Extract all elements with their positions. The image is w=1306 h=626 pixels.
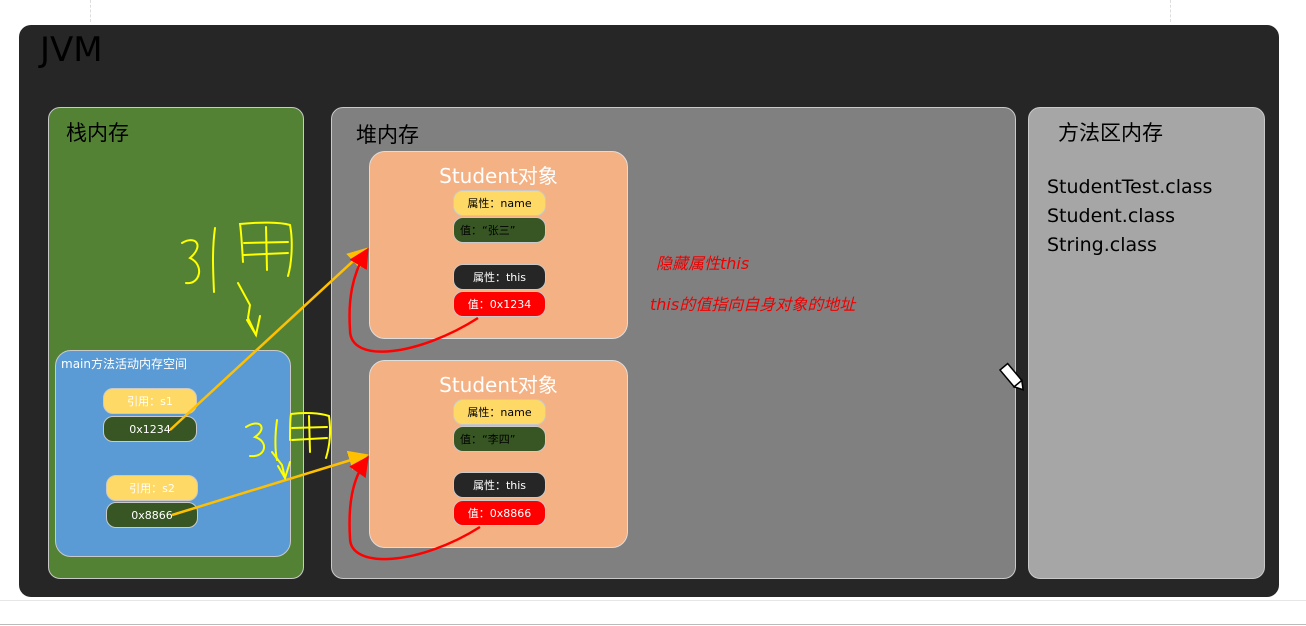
handwritten-yin-yong-1 <box>181 221 293 338</box>
s2-reference-arrow <box>171 450 369 517</box>
s1-reference-arrow <box>169 247 368 431</box>
arrows-layer <box>169 221 1025 561</box>
this-self-arrow-1 <box>348 247 479 353</box>
cursor-icon <box>998 362 1025 391</box>
handwritten-yin-yong-2 <box>245 411 331 481</box>
this-self-arrow-2 <box>348 455 481 561</box>
